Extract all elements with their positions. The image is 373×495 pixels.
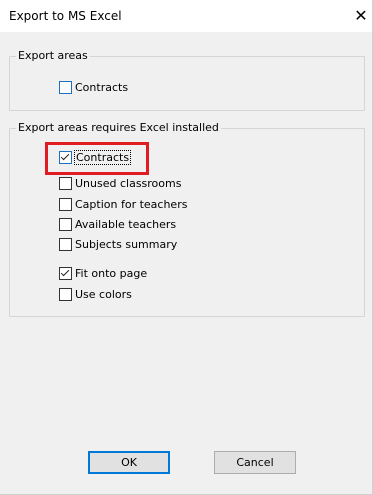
checkbox-available-teachers[interactable]: Available teachers (59, 216, 176, 233)
title-bar: Export to MS Excel ✕ (0, 0, 372, 32)
checkbox-use-colors[interactable]: Use colors (59, 286, 132, 303)
checkbox-box[interactable] (59, 238, 72, 251)
checkbox-label: Caption for teachers (75, 198, 188, 211)
checkbox-contracts-basic[interactable]: Contracts (59, 79, 128, 96)
cancel-button[interactable]: Cancel (214, 451, 296, 474)
checkbox-box[interactable] (59, 81, 72, 94)
checkbox-box[interactable] (59, 198, 72, 211)
checkbox-label: Subjects summary (75, 238, 178, 251)
checkbox-box[interactable] (59, 218, 72, 231)
checkbox-label: Use colors (75, 288, 132, 301)
checkbox-label: Available teachers (75, 218, 177, 231)
annotation-highlight-box (45, 142, 149, 175)
checkbox-box[interactable] (59, 267, 72, 280)
ok-button[interactable]: OK (88, 451, 170, 474)
close-icon[interactable]: ✕ (350, 0, 372, 32)
checkbox-subjects-summary[interactable]: Subjects summary (59, 236, 177, 253)
checkbox-label: Fit onto page (75, 267, 148, 280)
export-areas-legend: Export areas (16, 49, 90, 62)
checkbox-caption-for-teachers[interactable]: Caption for teachers (59, 196, 187, 213)
checkbox-fit-onto-page[interactable]: Fit onto page (59, 265, 147, 282)
check-icon (60, 267, 70, 277)
checkbox-label: Unused classrooms (75, 177, 182, 190)
checkbox-label: Contracts (75, 81, 129, 94)
checkbox-box[interactable] (59, 177, 72, 190)
window-title: Export to MS Excel (9, 9, 122, 23)
excel-required-legend: Export areas requires Excel installed (16, 121, 221, 134)
export-dialog: Export to MS Excel ✕ Export areas Contra… (0, 0, 373, 495)
checkbox-box[interactable] (59, 288, 72, 301)
checkbox-unused-classrooms[interactable]: Unused classrooms (59, 175, 181, 192)
